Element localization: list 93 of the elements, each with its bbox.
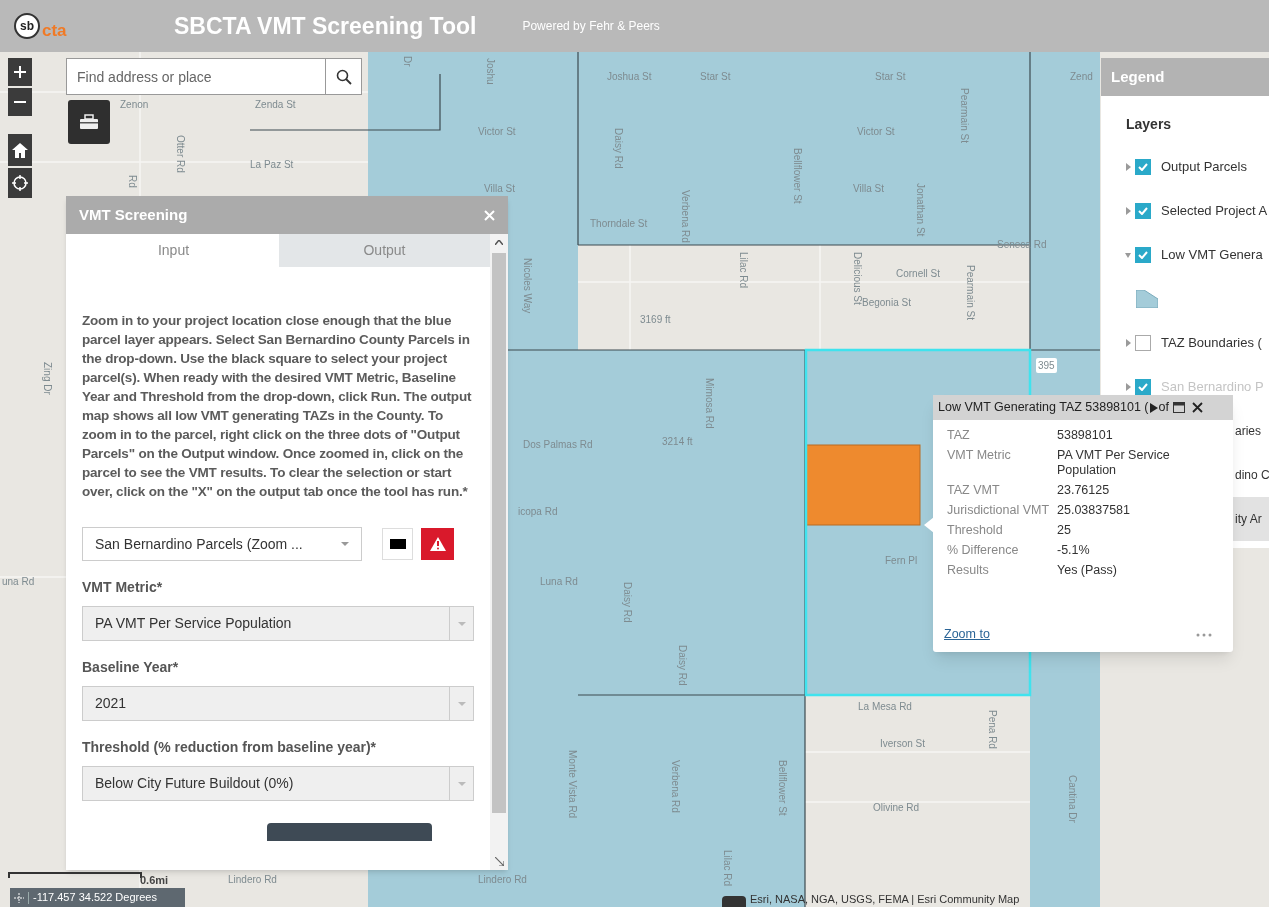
street-label: Star St [700,70,731,84]
layer-label[interactable]: Low VMT Genera [1161,245,1263,265]
field-label: VMT Metric* [82,578,164,597]
street-label: 3214 ft [662,435,693,449]
panel-title: VMT Screening [79,204,188,225]
attribute-label: TAZ [947,428,971,443]
instructions-text: Zoom in to your project location close enough that the blue parcel layer appears. Select San Bernardino County Parcels in the drop-down. Use the black square to select your project parcel(s). When ready with the desired VMT Metric, Baseline Year and Threshold from the drop-down, click Run. The output map shows all low VMT generating TAZs in the County. To zoom in to the parcel, right click on the three dots of "Output Parcels" on the Output window. Once zoomed in, click on the parcel to see the VMT results. To clear the selection or start over, click on the "X" on the output tab once the tool has run.* [82,312,473,501]
street-label: Zend [1070,70,1093,84]
layer-label[interactable]: aries [1235,422,1261,440]
street-label: Bellflower St [776,760,789,816]
street-label: Pena Rd [986,710,999,749]
street-label: Daisy Rd [676,645,689,686]
street-label: Verbena Rd [669,760,682,813]
street-label: Rd [126,175,139,188]
street-label: Daisy Rd [621,582,634,623]
attribute-value: 25 [1057,523,1072,538]
street-label: La Mesa Rd [858,700,912,714]
layer-label[interactable]: ity Ar [1235,510,1262,528]
select-field[interactable]: 2021 [82,686,474,721]
street-label: Pearmain St [958,88,971,144]
street-label: Monte Vista Rd [566,750,579,819]
street-label: Jonathan St [914,183,927,237]
street-label: Zenon [120,98,149,112]
street-label: Lilac Rd [737,252,750,289]
layer-label[interactable]: dino C [1235,466,1269,484]
street-label: Star St [875,70,906,84]
layer-label[interactable]: Output Parcels [1161,157,1247,177]
street-label: Daisy Rd [612,128,625,169]
street-label: Begonia St [862,297,911,310]
attribution-text: Esri, NASA, NGA, USGS, FEMA | Esri Community Map [750,892,1020,906]
select-field[interactable]: Below City Future Buildout (0%) [82,766,474,801]
street-label: Mimosa Rd [703,378,716,429]
street-label: Lindero Rd [478,873,527,887]
street-label: 3169 ft [640,313,671,327]
street-label: Cantina Dr [1066,775,1079,823]
app-title: SBCTA VMT Screening Tool [174,11,477,41]
street-label: Fern Pl [885,554,918,568]
popup-title: Low VMT Generating TAZ 53898101 ( [938,399,1149,417]
street-label: Verbena Rd [679,190,692,243]
street-label: Joshua St [607,70,652,84]
attribute-value: Yes (Pass) [1057,563,1118,578]
layer-label[interactable]: Selected Project A [1161,201,1268,221]
street-label: Pearmain St [964,265,977,321]
attribute-value: 23.76125 [1057,483,1111,498]
attribute-value: 25.03837581 [1057,503,1131,518]
street-label: Seneca Rd [997,238,1047,252]
app-subtitle: Powered by Fehr & Peers [522,18,660,35]
street-label: Olivine Rd [873,801,920,815]
street-label: La Paz St [250,158,294,172]
street-label: Nicoles Way [521,258,534,314]
logo-text: cta [42,22,67,39]
street-label: Zenda St [255,98,296,112]
street-label: 395 [1036,358,1057,373]
attribute-label: TAZ VMT [947,483,1001,498]
layer-label[interactable]: TAZ Boundaries ( [1161,333,1262,353]
street-label: Dos Palmas Rd [523,438,593,452]
field-label: Threshold (% reduction from baseline year)* [82,738,378,757]
attribute-label: Threshold [947,523,1004,538]
legend-title: Legend [1111,66,1165,87]
street-label: Thorndale St [590,217,648,231]
attribute-label: VMT Metric [947,448,1012,464]
search-field[interactable]: Find address or place [66,58,326,95]
field-label: Baseline Year* [82,658,180,677]
street-label: Zing Dr [41,362,54,395]
attribute-value: -5.1% [1057,543,1091,558]
street-label: una Rd [2,575,35,589]
pager-text: of [1158,399,1169,417]
attribute-label: % Difference [947,543,1020,558]
street-label: Victor St [857,125,895,139]
logo-mark: sb [14,13,40,39]
street-label: Bellflower St [791,148,804,204]
select-field[interactable]: PA VMT Per Service Population [82,606,474,641]
legend-heading: Layers [1126,115,1173,134]
attribute-label: Jurisdictional VMT [947,503,1051,518]
street-label: Villa St [853,182,884,196]
coordinates-text: -117.457 34.522 Degrees [33,890,157,906]
street-label: Iverson St [880,737,926,751]
layer-dropdown[interactable]: San Bernardino Parcels (Zoom ... [82,527,362,561]
street-label: Lindero Rd [228,873,277,887]
street-label: Villa St [484,182,515,196]
street-label: Lilac Rd [721,850,734,887]
street-label: icopa Rd [518,505,558,519]
attribute-value: PA VMT Per Service Population [1057,448,1171,478]
street-label: Victor St [478,125,516,139]
street-label: Otter Rd [174,135,187,173]
street-label: Luna Rd [540,575,578,589]
street-label: Cornell St [896,267,940,281]
attribute-value: 53898101 [1057,428,1114,443]
attribute-label: Results [947,563,990,578]
street-label: Dr [401,56,414,67]
zoom-to-link[interactable]: Zoom to [944,625,990,644]
scale-label: 0.6mi [140,873,169,888]
street-label: Joshu [484,58,497,85]
